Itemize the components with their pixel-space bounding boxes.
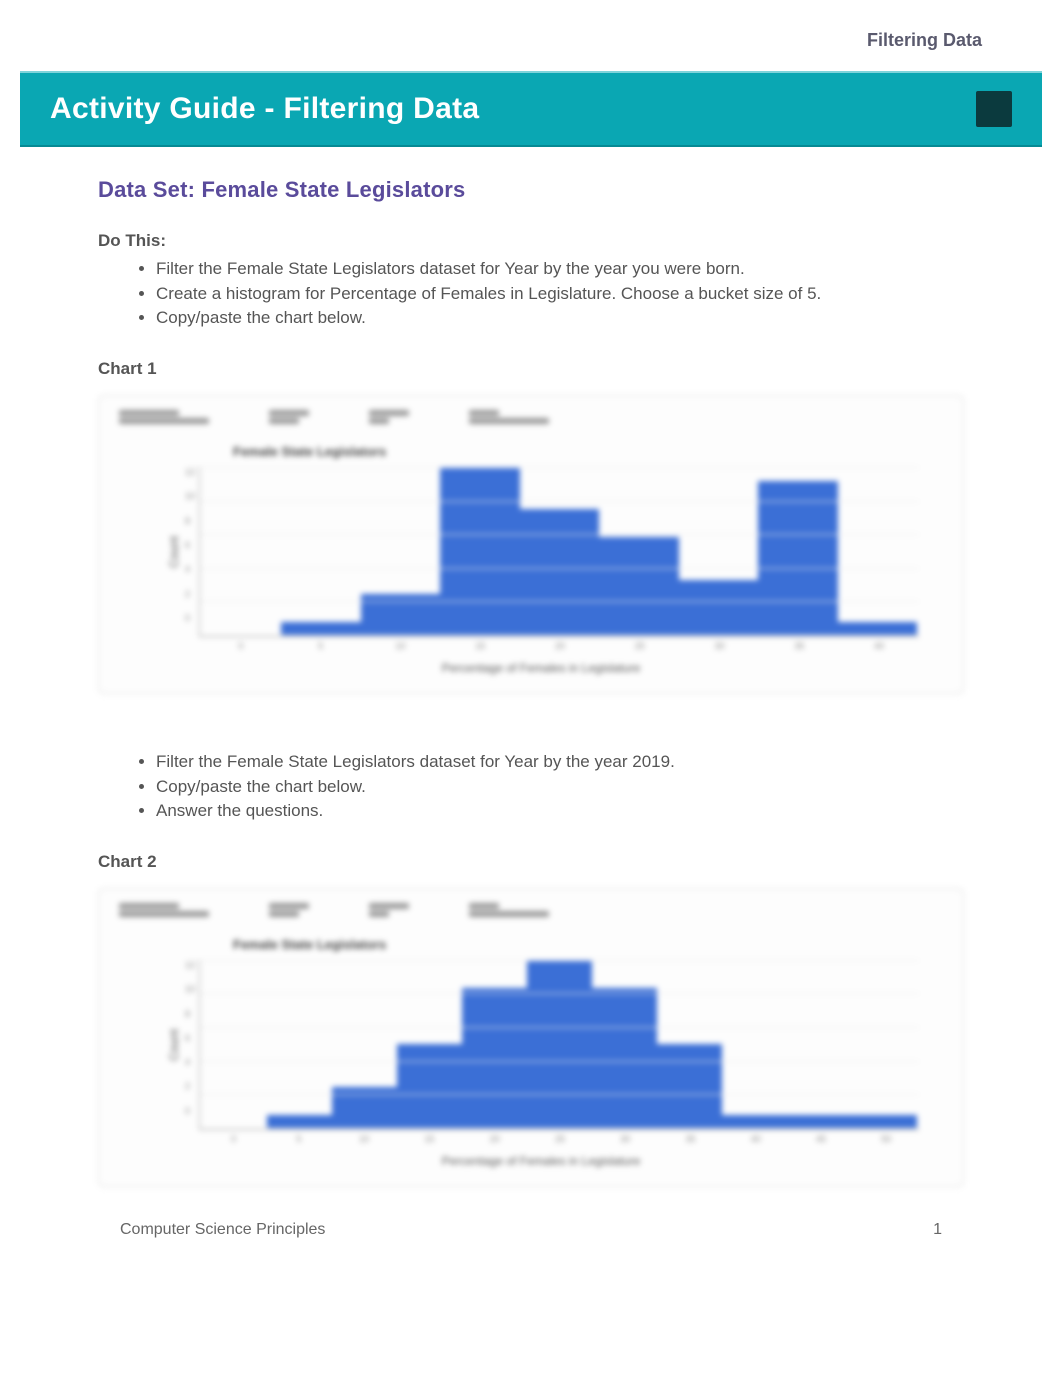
footer-page: 1: [933, 1221, 942, 1239]
x-axis-label: Percentage of Females in Legislature: [163, 661, 919, 675]
y-ticks: 121086420: [185, 960, 199, 1130]
list-item: Filter the Female State Legislators data…: [156, 750, 964, 775]
list-item: Copy/paste the chart below.: [156, 306, 964, 331]
histogram-bar: [592, 988, 657, 1129]
bars-region: [199, 960, 919, 1130]
histogram-bar: [722, 1115, 787, 1129]
histogram-bar: [520, 509, 599, 636]
histogram-bar: [527, 960, 592, 1129]
histogram-bar: [361, 594, 440, 636]
list-item: Answer the questions.: [156, 799, 964, 824]
instructions-list-b: Filter the Female State Legislators data…: [98, 750, 964, 824]
histogram-bar: [852, 1115, 917, 1129]
histogram-bar: [657, 1044, 722, 1129]
instructions-list-a: Filter the Female State Legislators data…: [98, 257, 964, 331]
histogram-bar: [397, 1044, 462, 1129]
histogram-bar: [599, 537, 678, 636]
bars-region: [199, 467, 919, 637]
histogram-bar: [787, 1115, 852, 1129]
list-item: Filter the Female State Legislators data…: [156, 257, 964, 282]
histogram-bar: [838, 622, 917, 636]
x-axis-label: Percentage of Females in Legislature: [163, 1154, 919, 1168]
list-item: Create a histogram for Percentage of Fem…: [156, 282, 964, 307]
x-ticks: 0510152025303540: [201, 641, 919, 651]
chart1-label: Chart 1: [98, 359, 964, 379]
histogram-bar: [281, 622, 360, 636]
chart-1: Female State Legislators Count 121086420…: [98, 395, 964, 694]
chart2-label: Chart 2: [98, 852, 964, 872]
chart-2: Female State Legislators Count 121086420…: [98, 888, 964, 1187]
histogram-bar: [679, 580, 758, 636]
footer: Computer Science Principles 1: [20, 1211, 1042, 1239]
do-this-label: Do This:: [98, 231, 964, 251]
histogram-bar: [267, 1115, 332, 1129]
chart-title: Female State Legislators: [233, 937, 919, 952]
section-heading: Data Set: Female State Legislators: [98, 177, 964, 203]
y-axis-label: Count: [163, 467, 185, 637]
chart-title: Female State Legislators: [233, 444, 919, 459]
list-item: Copy/paste the chart below.: [156, 775, 964, 800]
x-ticks: 05101520253035404550: [201, 1134, 919, 1144]
histogram-bar: [440, 467, 519, 636]
chart-toolbar: [113, 899, 949, 927]
header-top-label: Filtering Data: [20, 30, 1042, 71]
chart-toolbar: [113, 406, 949, 434]
title-badge-icon: [976, 91, 1012, 127]
histogram-bar: [462, 988, 527, 1129]
histogram-bar: [332, 1087, 397, 1129]
page-title: Activity Guide - Filtering Data: [50, 92, 479, 126]
footer-left: Computer Science Principles: [120, 1221, 325, 1239]
y-ticks: 121086420: [185, 467, 199, 637]
title-bar: Activity Guide - Filtering Data: [20, 71, 1042, 147]
y-axis-label: Count: [163, 960, 185, 1130]
histogram-bar: [758, 481, 837, 636]
